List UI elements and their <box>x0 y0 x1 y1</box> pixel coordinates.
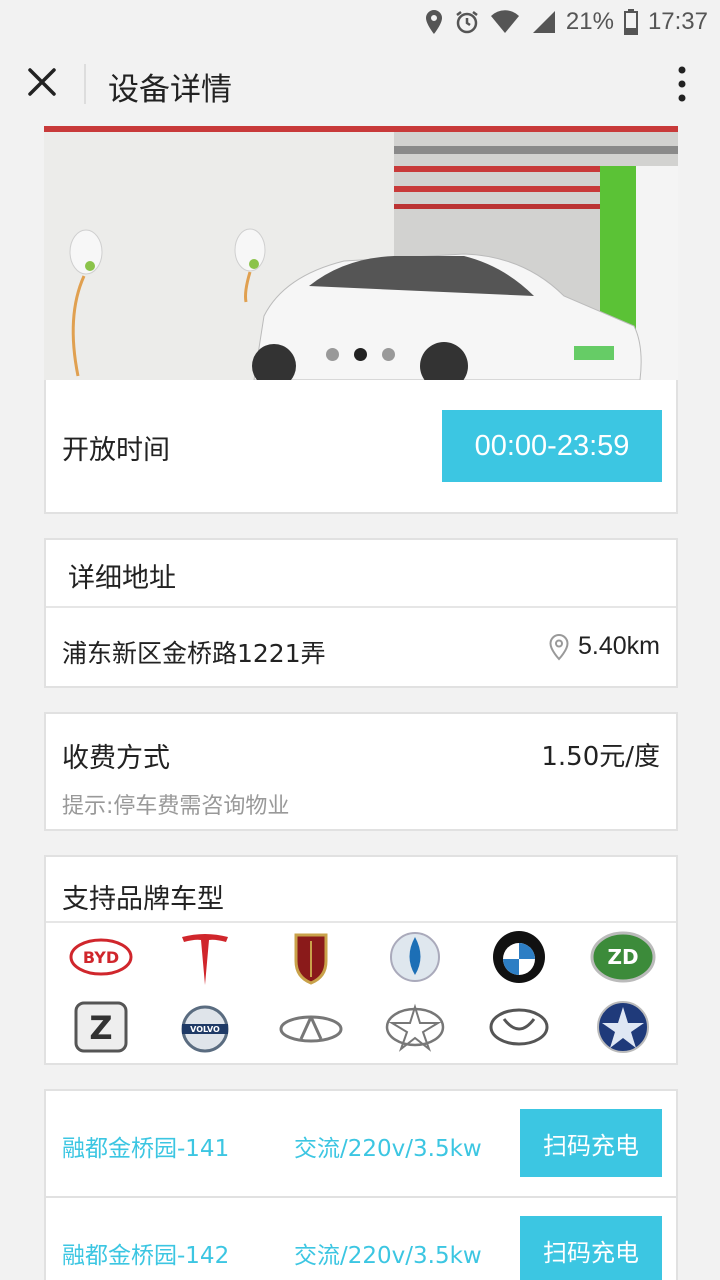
title-bar: 设备详情 <box>0 46 720 126</box>
address-card: 详细地址 浦东新区金桥路1221弄 5.40km <box>44 538 678 688</box>
carousel-dot[interactable] <box>326 348 339 361</box>
battery-percent: 21% <box>565 8 614 35</box>
more-vertical-icon <box>678 66 686 102</box>
charger-row: 融都金桥园-142 交流/220v/3.5kw 扫码充电 <box>44 1196 678 1280</box>
venucia-logo <box>390 932 440 982</box>
byd-logo: BYD <box>69 938 133 976</box>
svg-text:ZD: ZD <box>607 945 638 969</box>
brands-divider <box>46 921 676 923</box>
charger-row: 融都金桥园-141 交流/220v/3.5kw 扫码充电 <box>44 1089 678 1197</box>
carousel-dots <box>326 348 395 361</box>
open-hours-label: 开放时间 <box>62 435 170 466</box>
title-divider <box>84 64 86 104</box>
distance-value: 5.40km <box>578 632 660 660</box>
chery-logo <box>279 1015 343 1043</box>
dongfeng-logo <box>489 1008 549 1046</box>
status-bar: 21% 17:37 <box>0 0 720 46</box>
scan-charge-button[interactable]: 扫码充电 <box>520 1109 662 1177</box>
wifi-icon <box>490 10 519 33</box>
jac-logo <box>385 1003 445 1052</box>
address-divider <box>46 606 676 608</box>
address-text[interactable]: 浦东新区金桥路1221弄 <box>62 634 326 670</box>
clock-time: 17:37 <box>647 8 708 35</box>
fee-price: 1.50元/度 <box>541 742 660 772</box>
fee-card: 收费方式 1.50元/度 提示:停车费需咨询物业 <box>44 712 678 831</box>
open-hours-card: 开放时间 00:00-23:59 <box>44 380 678 514</box>
photo-carousel[interactable] <box>44 126 678 380</box>
fee-title: 收费方式 <box>62 743 170 774</box>
charger-spec: 交流/220v/3.5kw <box>294 1243 482 1269</box>
fee-hint: 提示:停车费需咨询物业 <box>62 794 290 819</box>
address-title: 详细地址 <box>68 563 176 594</box>
charging-station-photo <box>44 126 678 380</box>
status-icons: 21% 17:37 <box>424 6 708 38</box>
location-icon <box>425 10 442 34</box>
map-pin-icon <box>549 633 569 660</box>
page-title: 设备详情 <box>108 72 232 108</box>
charger-name[interactable]: 融都金桥园-142 <box>62 1236 229 1270</box>
close-icon <box>28 68 56 96</box>
volvo-logo: VOLVO <box>181 1005 229 1053</box>
distance-link[interactable]: 5.40km <box>548 632 660 661</box>
more-menu-button[interactable] <box>674 64 690 104</box>
brands-title: 支持品牌车型 <box>62 884 224 915</box>
close-button[interactable] <box>22 62 62 102</box>
carousel-dot-active[interactable] <box>354 348 367 361</box>
roewe-logo <box>294 933 328 985</box>
star-logo <box>597 1001 649 1053</box>
open-hours-value-button[interactable]: 00:00-23:59 <box>442 410 662 482</box>
svg-text:BYD: BYD <box>83 948 119 967</box>
zotye-logo: Z <box>74 1001 128 1053</box>
bmw-logo <box>493 931 545 983</box>
supported-brands-card: 支持品牌车型 BYD ZD Z VOLVO <box>44 855 678 1065</box>
svg-text:Z: Z <box>89 1009 112 1047</box>
charger-name[interactable]: 融都金桥园-141 <box>62 1129 229 1163</box>
alarm-icon <box>456 11 478 34</box>
scan-charge-button[interactable]: 扫码充电 <box>520 1216 662 1280</box>
battery-icon <box>623 9 638 35</box>
charger-spec: 交流/220v/3.5kw <box>294 1136 482 1162</box>
svg-text:VOLVO: VOLVO <box>190 1025 220 1034</box>
signal-icon <box>532 11 555 33</box>
tesla-logo <box>182 934 228 985</box>
carousel-dot[interactable] <box>382 348 395 361</box>
zd-logo: ZD <box>590 931 656 983</box>
